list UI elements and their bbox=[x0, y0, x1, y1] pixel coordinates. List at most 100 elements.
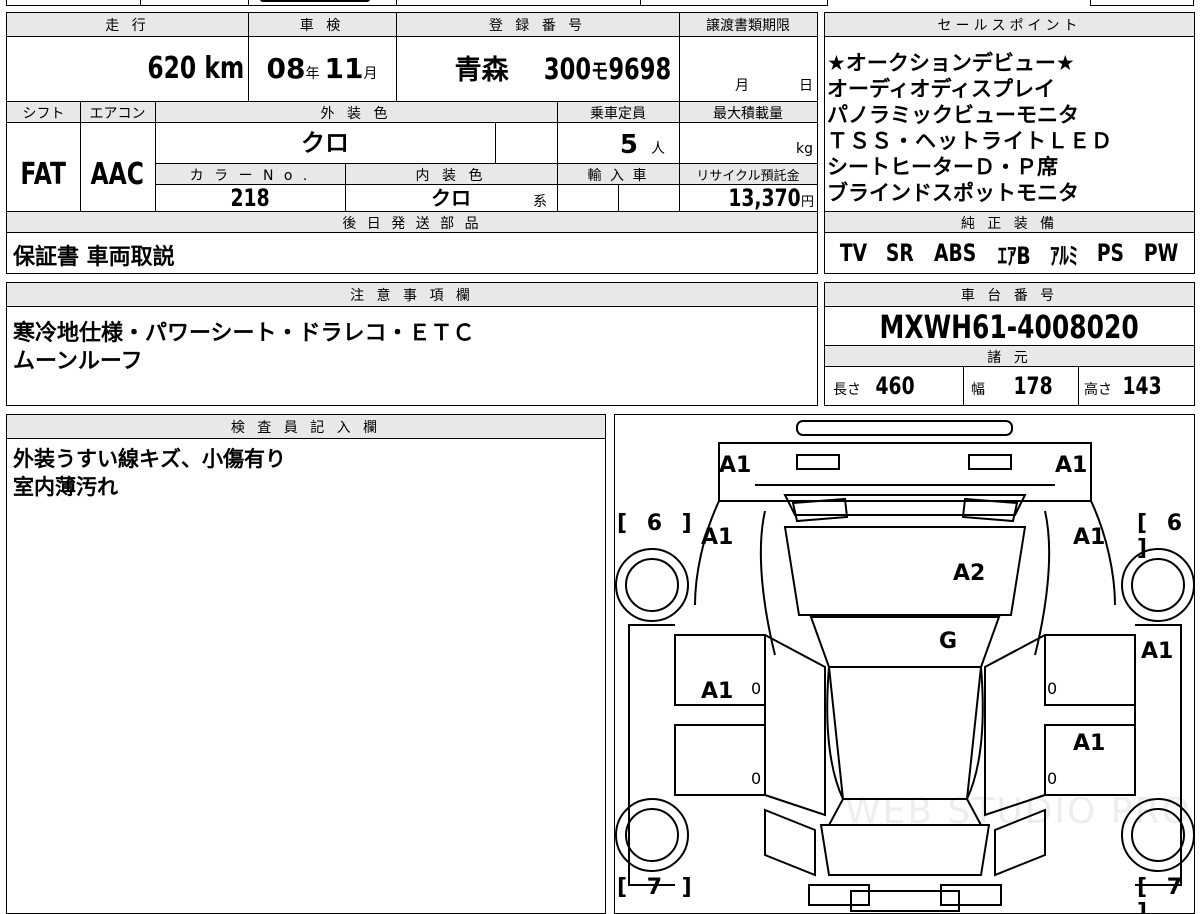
chassis-header: 車 台 番 号 bbox=[960, 288, 1059, 304]
capacity-header: 乗車定員 bbox=[590, 106, 646, 122]
max-load-unit: kg bbox=[796, 141, 813, 157]
tire-rear-right-label: [ 7 ] bbox=[1137, 875, 1189, 914]
damage-mark: A1 bbox=[1073, 731, 1106, 756]
interior-color-value: クロ 系 bbox=[345, 185, 557, 211]
equip-pw: PW bbox=[1143, 239, 1179, 267]
notes-block: 注 意 事 項 欄 寒冷地仕様・パワーシート・ドラレコ・ＥＴＣ ムーンルーフ bbox=[6, 282, 818, 406]
sales-points-header: セールスポイント bbox=[937, 18, 1082, 34]
equip-tv: TV bbox=[839, 239, 867, 267]
inspection-header: 車 検 bbox=[299, 18, 345, 34]
inspection-year: 08 bbox=[266, 52, 306, 85]
registration-number: 9698 bbox=[608, 52, 671, 86]
damage-mark: A1 bbox=[719, 453, 752, 478]
chassis-number: MXWH61-4008020 bbox=[879, 308, 1140, 346]
interior-color-header: 内 装 色 bbox=[415, 168, 487, 184]
damage-mark: A1 bbox=[1055, 453, 1088, 478]
equip-ps: PS bbox=[1097, 239, 1125, 267]
notes-line: ムーンルーフ bbox=[13, 349, 143, 374]
registration-header: 登 録 番 号 bbox=[488, 18, 587, 34]
damage-mark: A1 bbox=[701, 679, 734, 704]
spec-height: 高さ 143 bbox=[1078, 367, 1194, 405]
chassis-value: MXWH61-4008020 bbox=[825, 307, 1194, 346]
spec-length: 長さ 460 bbox=[825, 367, 963, 405]
interior-color-text: クロ bbox=[431, 186, 471, 210]
shift-header: シフト bbox=[22, 106, 65, 122]
transfer-deadline-value: 月 日 bbox=[679, 37, 817, 101]
chassis-block: 車 台 番 号 MXWH61-4008020 諸 元 長さ 460 幅 178 … bbox=[824, 282, 1195, 406]
shift-value: FAT bbox=[7, 123, 80, 211]
recycle-header: リサイクル預託金 bbox=[696, 169, 800, 184]
color-no-value: 218 bbox=[155, 185, 345, 211]
notes-header: 注 意 事 項 欄 bbox=[350, 288, 474, 304]
spec-height-label: 高さ bbox=[1084, 382, 1112, 398]
recycle-amount: 13,370 bbox=[728, 184, 801, 212]
standard-equipment-list: TV SR ABS ｴｱB ｱﾙﾐ PS PW bbox=[825, 235, 1194, 271]
exterior-color-text: クロ bbox=[301, 129, 349, 157]
color-no-header: カ ラ ー N o . bbox=[189, 168, 311, 184]
specs-header: 諸 元 bbox=[987, 350, 1032, 366]
registration-kana: モ bbox=[590, 60, 609, 85]
sales-point-item: ブラインドスポットモニタ bbox=[827, 181, 1079, 205]
sales-points-block: セールスポイント ★オークションデビュー★ オーディオディスプレイ パノラミック… bbox=[824, 12, 1195, 274]
transfer-month-unit: 月 bbox=[735, 78, 749, 94]
tire-rear-left-label: [ 7 ] bbox=[617, 875, 698, 900]
mileage-unit: km bbox=[204, 51, 244, 86]
transfer-day-unit: 日 bbox=[799, 78, 813, 94]
exterior-color-header: 外 装 色 bbox=[320, 106, 392, 122]
registration-place: 青森 bbox=[454, 55, 509, 86]
mileage-number: 620 bbox=[147, 51, 196, 86]
inspection-month-unit: 月 bbox=[363, 66, 378, 82]
damage-mark: A2 bbox=[953, 561, 986, 586]
aircon-header: エアコン bbox=[89, 106, 146, 122]
aircon-value: AAC bbox=[80, 123, 155, 211]
car-outline bbox=[615, 420, 1194, 912]
spec-width: 幅 178 bbox=[963, 367, 1078, 405]
max-load-header: 最大積載量 bbox=[713, 106, 783, 122]
top-strip bbox=[0, 0, 1200, 8]
inspection-value: 08年 11月 bbox=[248, 37, 396, 101]
spec-length-label: 長さ bbox=[833, 382, 861, 398]
equip-alloy: ｱﾙﾐ bbox=[1050, 241, 1079, 270]
max-load-value: kg bbox=[679, 123, 817, 163]
exterior-color-value: クロ bbox=[155, 123, 495, 163]
spec-length-value: 460 bbox=[875, 372, 915, 400]
registration-class: 300 bbox=[543, 52, 591, 86]
inspector-header: 検 査 員 記 入 欄 bbox=[230, 420, 382, 436]
capacity-value: 5 人 bbox=[557, 123, 679, 163]
damage-mark: G bbox=[939, 629, 958, 654]
damage-zero: 0 bbox=[751, 769, 762, 788]
vehicle-info-block: 走 行 車 検 登 録 番 号 譲渡書類期限 620 km 08年 11月 青森… bbox=[6, 12, 818, 274]
spec-width-value: 178 bbox=[1013, 372, 1053, 400]
capacity-number: 5 bbox=[619, 130, 638, 160]
watermark: WEB STUDIO PRO bbox=[845, 791, 1192, 832]
damage-zero: 0 bbox=[1047, 679, 1058, 698]
inspection-month: 11 bbox=[324, 52, 364, 85]
equip-airbag: ｴｱB bbox=[997, 241, 1031, 270]
import-header: 輸 入 車 bbox=[587, 168, 649, 184]
color-no-text: 218 bbox=[230, 184, 270, 212]
registration-value: 青森 300モ9698 bbox=[396, 37, 679, 101]
tire-front-right-label: [ 6 ] bbox=[1137, 511, 1189, 561]
damage-zero: 0 bbox=[751, 679, 762, 698]
damage-mark: A1 bbox=[1073, 525, 1106, 550]
capacity-unit: 人 bbox=[651, 141, 665, 157]
inspector-note: 室内薄汚れ bbox=[13, 475, 118, 499]
equip-sr: SR bbox=[885, 239, 914, 267]
damage-mark: A1 bbox=[701, 525, 734, 550]
inspector-note: 外装うすい線キズ、小傷有り bbox=[13, 447, 286, 471]
tire-front-left-label: [ 6 ] bbox=[617, 511, 698, 536]
damage-mark: A1 bbox=[1141, 639, 1174, 664]
later-parts-header: 後 日 発 送 部 品 bbox=[342, 216, 482, 232]
mileage-header: 走 行 bbox=[105, 18, 150, 34]
spec-width-label: 幅 bbox=[971, 382, 985, 398]
damage-diagram: A1 A1 A1 A1 A2 G A1 A1 A1 0 0 0 0 [ 6 ] … bbox=[614, 414, 1195, 914]
equip-abs: ABS bbox=[934, 239, 977, 267]
recycle-value: 13,370円 bbox=[679, 185, 817, 211]
inspector-block: 検 査 員 記 入 欄 外装うすい線キズ、小傷有り 室内薄汚れ bbox=[6, 414, 606, 914]
damage-zero: 0 bbox=[1047, 769, 1058, 788]
spec-height-value: 143 bbox=[1122, 372, 1162, 400]
recycle-unit: 円 bbox=[800, 195, 814, 210]
later-parts-value: 保証書 車両取説 bbox=[13, 245, 175, 270]
standard-equipment-header: 純 正 装 備 bbox=[960, 216, 1059, 232]
transfer-deadline-header: 譲渡書類期限 bbox=[706, 18, 790, 34]
